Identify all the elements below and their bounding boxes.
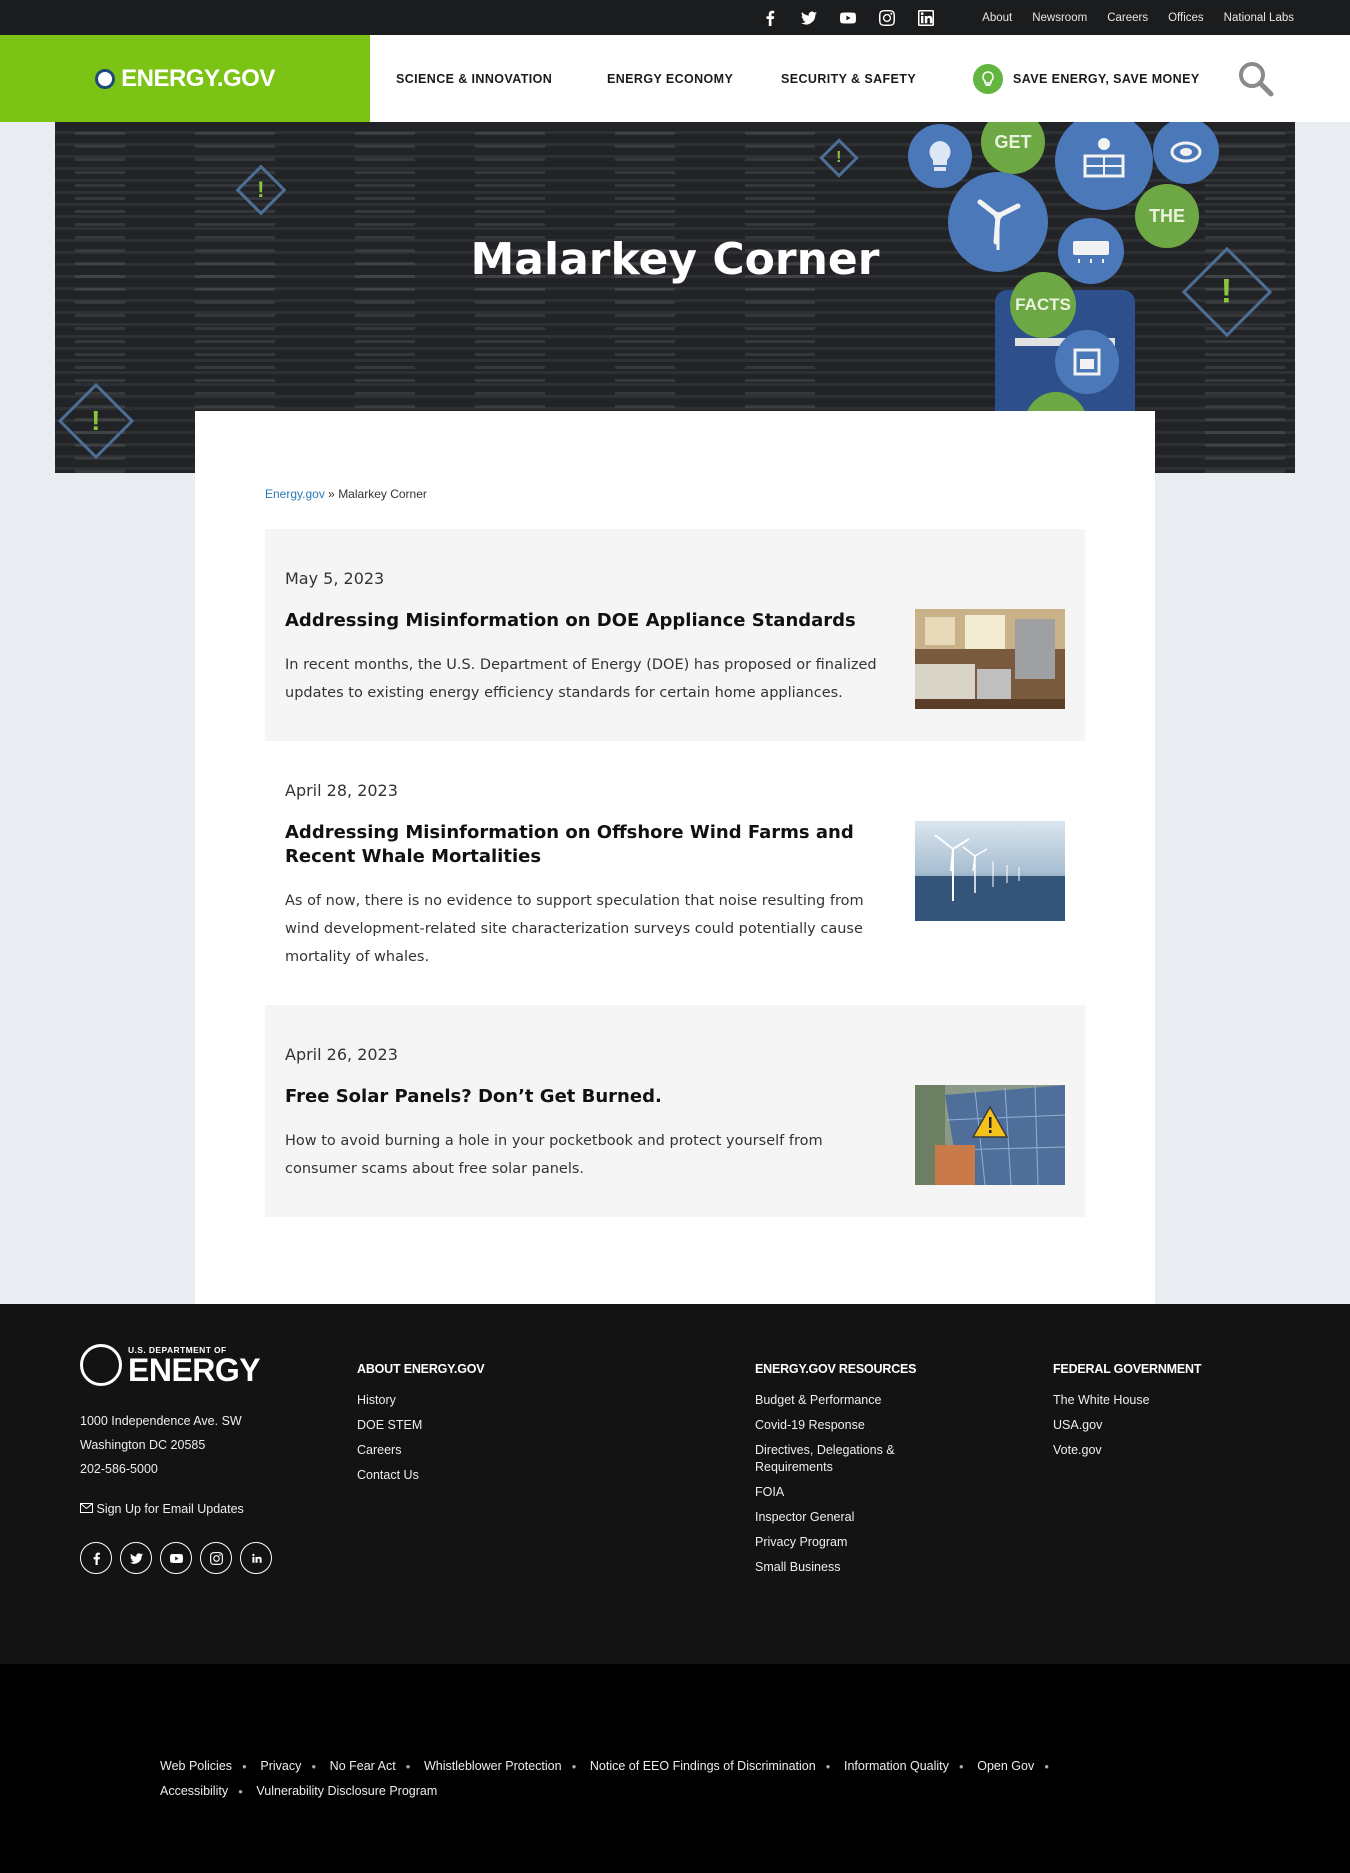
page-title: Malarkey Corner [470, 234, 880, 285]
legal-link[interactable]: Web Policies [160, 1759, 232, 1773]
email-updates-label: Sign Up for Email Updates [96, 1502, 244, 1516]
footer-address: 1000 Independence Ave. SW Washington DC … [80, 1409, 242, 1481]
facebook-icon[interactable] [80, 1542, 112, 1574]
envelope-icon [80, 1503, 93, 1513]
site-header: ENERGY.GOV SCIENCE & INNOVATION ENERGY E… [0, 35, 1350, 122]
doe-seal-icon [95, 68, 116, 89]
search-icon[interactable] [1236, 59, 1276, 99]
doe-seal-icon [80, 1344, 122, 1386]
article-date: April 26, 2023 [285, 1045, 398, 1064]
footer-link-contact-us[interactable]: Contact Us [357, 1467, 484, 1484]
phone-number: 202-586-5000 [80, 1462, 158, 1476]
footer-about-column: ABOUT ENERGY.GOV History DOE STEM Career… [357, 1362, 485, 1492]
footer-link-directives[interactable]: Directives, Delegations & Requirements [755, 1442, 945, 1476]
utility-bar: About Newsroom Careers Offices National … [0, 0, 1350, 35]
legal-links-row: Web Policies ● Privacy ● No Fear Act ● Whis… [160, 1759, 1050, 1773]
footer-link-doe-stem[interactable]: DOE STEM [357, 1417, 484, 1434]
breadcrumb-home-link[interactable]: Energy.gov [265, 487, 325, 501]
footer-link-vote-gov[interactable]: Vote.gov [1053, 1442, 1201, 1459]
footer-link-careers[interactable]: Careers [357, 1442, 484, 1459]
legal-link[interactable]: Information Quality [844, 1759, 949, 1773]
breadcrumb: Energy.gov » Malarkey Corner [265, 487, 427, 501]
offshore-wind-thumbnail[interactable] [915, 821, 1065, 921]
linkedin-icon[interactable] [240, 1542, 272, 1574]
article-item: April 26, 2023 Free Solar Panels? Don’t … [265, 1005, 1085, 1217]
legal-link[interactable]: Notice of EEO Findings of Discrimination [590, 1759, 816, 1773]
nav-energy-economy[interactable]: ENERGY ECONOMY [607, 72, 733, 86]
brand-wordmark: ENERGY.GOV [121, 64, 275, 92]
footer-federal-heading: FEDERAL GOVERNMENT [1053, 1362, 1202, 1376]
article-title-link[interactable]: Free Solar Panels? Don’t Get Burned. [285, 1085, 905, 1109]
youtube-icon[interactable] [828, 0, 867, 35]
footer-resources-column: ENERGY.GOV RESOURCES Budget & Performanc… [755, 1362, 945, 1584]
legal-link[interactable]: Privacy [260, 1759, 301, 1773]
footer-link-history[interactable]: History [357, 1392, 484, 1409]
youtube-icon[interactable] [160, 1542, 192, 1574]
article-title-link[interactable]: Addressing Misinformation on DOE Applian… [285, 609, 905, 633]
article-item: May 5, 2023 Addressing Misinformation on… [265, 529, 1085, 741]
article-date: April 28, 2023 [285, 781, 398, 800]
legal-links-row: Accessibility ● Vulnerability Disclosure … [160, 1784, 438, 1798]
address-line: 1000 Independence Ave. SW [80, 1414, 242, 1428]
careers-link[interactable]: Careers [1107, 12, 1148, 24]
footer-social-icons [80, 1542, 272, 1574]
breadcrumb-separator: » [328, 487, 335, 501]
oven-bubble-icon [1055, 330, 1119, 394]
solar-panel-warning-thumbnail[interactable] [915, 1085, 1065, 1185]
twitter-icon[interactable] [789, 0, 828, 35]
about-link[interactable]: About [982, 12, 1012, 24]
legal-link[interactable]: Open Gov [977, 1759, 1034, 1773]
footer-link-privacy-program[interactable]: Privacy Program [755, 1534, 945, 1551]
footer-link-foia[interactable]: FOIA [755, 1484, 945, 1501]
instagram-icon[interactable] [200, 1542, 232, 1574]
footer-link-covid[interactable]: Covid-19 Response [755, 1417, 945, 1434]
legal-link[interactable]: No Fear Act [330, 1759, 396, 1773]
energy-gov-logo[interactable]: ENERGY.GOV [0, 35, 370, 122]
national-labs-link[interactable]: National Labs [1224, 12, 1294, 24]
lightbulb-icon [973, 63, 1003, 94]
offices-link[interactable]: Offices [1168, 12, 1204, 24]
footer-about-heading: ABOUT ENERGY.GOV [357, 1362, 485, 1376]
footer-link-usa-gov[interactable]: USA.gov [1053, 1417, 1201, 1434]
doe-footer-logo[interactable]: U.S. DEPARTMENT OF ENERGY [80, 1344, 261, 1388]
address-line: Washington DC 20585 [80, 1438, 206, 1452]
nav-save-energy-label: SAVE ENERGY, SAVE MONEY [1013, 71, 1200, 86]
footer-link-inspector-general[interactable]: Inspector General [755, 1509, 945, 1526]
article-description: As of now, there is no evidence to suppo… [285, 893, 864, 965]
footer-resources-heading: ENERGY.GOV RESOURCES [755, 1362, 917, 1376]
utility-social-icons [750, 0, 945, 35]
email-updates-link[interactable]: Sign Up for Email Updates [80, 1502, 244, 1516]
utility-links: About Newsroom Careers Offices National … [982, 0, 1294, 35]
linkedin-icon[interactable] [906, 0, 945, 35]
lightbulb-bubble-icon [908, 124, 972, 188]
article-description: How to avoid burning a hole in your pock… [285, 1133, 823, 1177]
legal-link[interactable]: Whistleblower Protection [424, 1759, 562, 1773]
twitter-icon[interactable] [120, 1542, 152, 1574]
kitchen-appliance-thumbnail[interactable] [915, 609, 1065, 709]
newsroom-link[interactable]: Newsroom [1032, 12, 1087, 24]
facebook-icon[interactable] [750, 0, 789, 35]
nav-science-innovation[interactable]: SCIENCE & INNOVATION [396, 72, 552, 86]
article-title-link[interactable]: Addressing Misinformation on Offshore Wi… [285, 821, 905, 869]
site-footer: U.S. DEPARTMENT OF ENERGY 1000 Independe… [0, 1304, 1350, 1664]
article-description: In recent months, the U.S. Department of… [285, 657, 877, 701]
legal-link[interactable]: Accessibility [160, 1784, 228, 1798]
instagram-icon[interactable] [867, 0, 906, 35]
article-date: May 5, 2023 [285, 569, 385, 588]
footer-link-budget[interactable]: Budget & Performance [755, 1392, 945, 1409]
nav-security-safety[interactable]: SECURITY & SAFETY [781, 72, 916, 86]
article-item: April 28, 2023 Addressing Misinformation… [265, 741, 1085, 1005]
footer-logo-large-text: ENERGY [128, 1352, 261, 1388]
nav-save-energy[interactable]: SAVE ENERGY, SAVE MONEY [973, 63, 1200, 94]
breadcrumb-current: Malarkey Corner [338, 487, 427, 501]
legal-link[interactable]: Vulnerability Disclosure Program [256, 1784, 437, 1798]
content-card: Energy.gov » Malarkey Corner May 5, 2023… [195, 411, 1155, 1304]
footer-link-white-house[interactable]: The White House [1053, 1392, 1201, 1409]
footer-federal-column: FEDERAL GOVERNMENT The White House USA.g… [1053, 1362, 1201, 1467]
legal-bar: Web Policies ● Privacy ● No Fear Act ● Whis… [0, 1664, 1350, 1873]
footer-link-small-business[interactable]: Small Business [755, 1559, 945, 1576]
